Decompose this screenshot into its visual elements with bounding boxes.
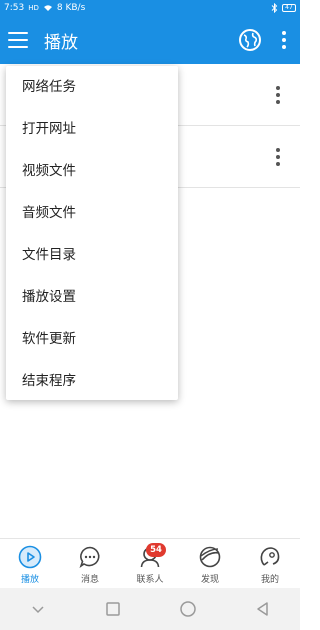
- nav-recents-icon[interactable]: [103, 599, 123, 619]
- system-nav-bar: [0, 588, 300, 630]
- tab-messages[interactable]: 消息: [60, 539, 120, 588]
- dropdown-menu: 网络任务 打开网址 视频文件 音频文件 文件目录 播放设置 软件更新 结束程序: [6, 66, 178, 400]
- menu-item-audio-files[interactable]: 音频文件: [6, 192, 178, 234]
- nav-home-icon[interactable]: [178, 599, 198, 619]
- globe-icon[interactable]: [238, 28, 262, 52]
- menu-item-file-directory[interactable]: 文件目录: [6, 234, 178, 276]
- signal-indicator: HD: [28, 4, 39, 12]
- bluetooth-icon: [271, 3, 278, 13]
- tab-profile[interactable]: 我的: [240, 539, 300, 588]
- battery-indicator: 47: [282, 4, 296, 12]
- play-icon: [18, 545, 42, 569]
- menu-item-video-files[interactable]: 视频文件: [6, 150, 178, 192]
- status-time: 7:53: [4, 3, 25, 13]
- tab-label: 发现: [200, 575, 219, 585]
- contacts-badge: 54: [146, 543, 166, 557]
- tab-label: 播放: [20, 575, 39, 585]
- profile-icon: [260, 547, 280, 566]
- menu-item-playback-settings[interactable]: 播放设置: [6, 276, 178, 318]
- more-vert-icon[interactable]: [272, 28, 296, 52]
- wifi-icon: [43, 5, 52, 11]
- discover-icon: [199, 546, 221, 568]
- hamburger-icon[interactable]: [8, 32, 28, 48]
- battery-level: 47: [285, 4, 293, 11]
- tab-discover[interactable]: 发现: [180, 539, 240, 588]
- bottom-tab-bar: 播放 消息 54 联系人 发现 我的: [0, 538, 300, 588]
- page-title: 播放: [44, 32, 78, 53]
- tab-label: 消息: [80, 575, 99, 585]
- app-bar: 播放: [0, 16, 300, 64]
- menu-item-network-tasks[interactable]: 网络任务: [6, 66, 178, 108]
- menu-item-software-update[interactable]: 软件更新: [6, 318, 178, 360]
- nav-down-icon[interactable]: [28, 599, 48, 619]
- tab-label: 我的: [260, 575, 279, 585]
- menu-item-exit-program[interactable]: 结束程序: [6, 360, 178, 402]
- tab-label: 联系人: [136, 575, 164, 585]
- network-speed: 8 KB/s: [56, 3, 86, 13]
- tab-contacts[interactable]: 54 联系人: [120, 539, 180, 588]
- row-more-icon[interactable]: [276, 148, 280, 166]
- chat-icon: [79, 546, 100, 568]
- tab-play[interactable]: 播放: [0, 539, 60, 588]
- status-bar: 7:53 HD 8 KB/s 47: [0, 0, 300, 16]
- row-more-icon[interactable]: [276, 86, 280, 104]
- menu-item-open-url[interactable]: 打开网址: [6, 108, 178, 150]
- nav-back-icon[interactable]: [253, 599, 273, 619]
